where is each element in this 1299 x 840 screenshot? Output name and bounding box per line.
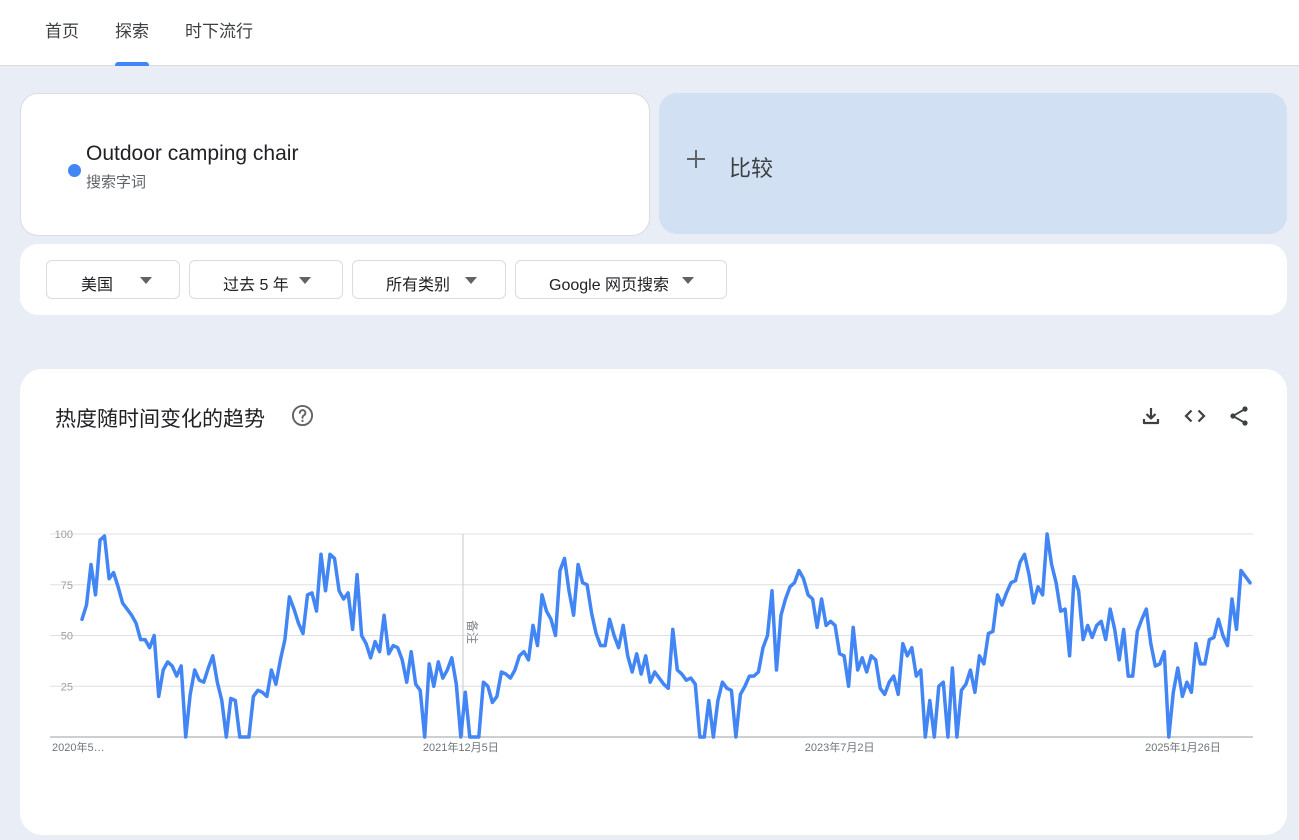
annotation-label: 备注 bbox=[465, 620, 480, 644]
y-tick-label: 25 bbox=[61, 681, 73, 693]
trend-line-chart: 备注 25 50 75 100 2020年5… 2021年12月5日 2023年7月2日 20… bbox=[50, 529, 1253, 754]
y-tick-label: 75 bbox=[61, 580, 73, 592]
x-tick-label: 2020年5… bbox=[52, 740, 105, 754]
x-tick-label: 2021年12月5日 bbox=[423, 740, 499, 754]
y-tick-label: 50 bbox=[61, 631, 73, 643]
x-tick-label: 2025年1月26日 bbox=[1145, 740, 1221, 754]
y-tick-label: 100 bbox=[55, 529, 73, 541]
x-tick-label: 2023年7月2日 bbox=[805, 740, 875, 754]
